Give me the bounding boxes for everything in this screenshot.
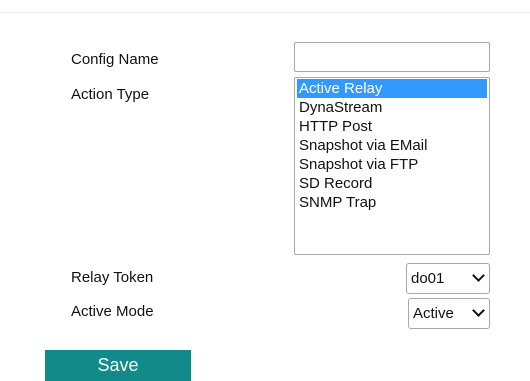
action-type-option-snmp-trap[interactable]: SNMP Trap [297,193,487,212]
action-type-option-dynastream[interactable]: DynaStream [297,98,487,117]
action-type-option-snapshot-ftp[interactable]: Snapshot via FTP [297,155,487,174]
action-type-option-sd-record[interactable]: SD Record [297,174,487,193]
action-type-label: Action Type [71,86,150,103]
action-type-option-active-relay[interactable]: Active Relay [297,79,487,98]
relay-token-label: Relay Token [71,269,154,286]
action-type-option-http-post[interactable]: HTTP Post [297,117,487,136]
config-name-input[interactable] [294,42,490,72]
config-name-label: Config Name [71,51,159,68]
action-type-listbox[interactable]: Active Relay DynaStream HTTP Post Snapsh… [294,77,490,255]
active-mode-label: Active Mode [71,303,154,320]
active-mode-select[interactable]: Active [408,298,490,329]
active-mode-value: Active [413,305,454,322]
top-divider [0,12,530,13]
relay-token-select[interactable]: do01 [406,263,490,294]
relay-token-value: do01 [411,270,445,287]
chevron-down-icon [472,304,485,317]
action-type-option-snapshot-email[interactable]: Snapshot via EMail [297,136,487,155]
chevron-down-icon [472,269,485,282]
save-button[interactable]: Save [45,350,191,381]
